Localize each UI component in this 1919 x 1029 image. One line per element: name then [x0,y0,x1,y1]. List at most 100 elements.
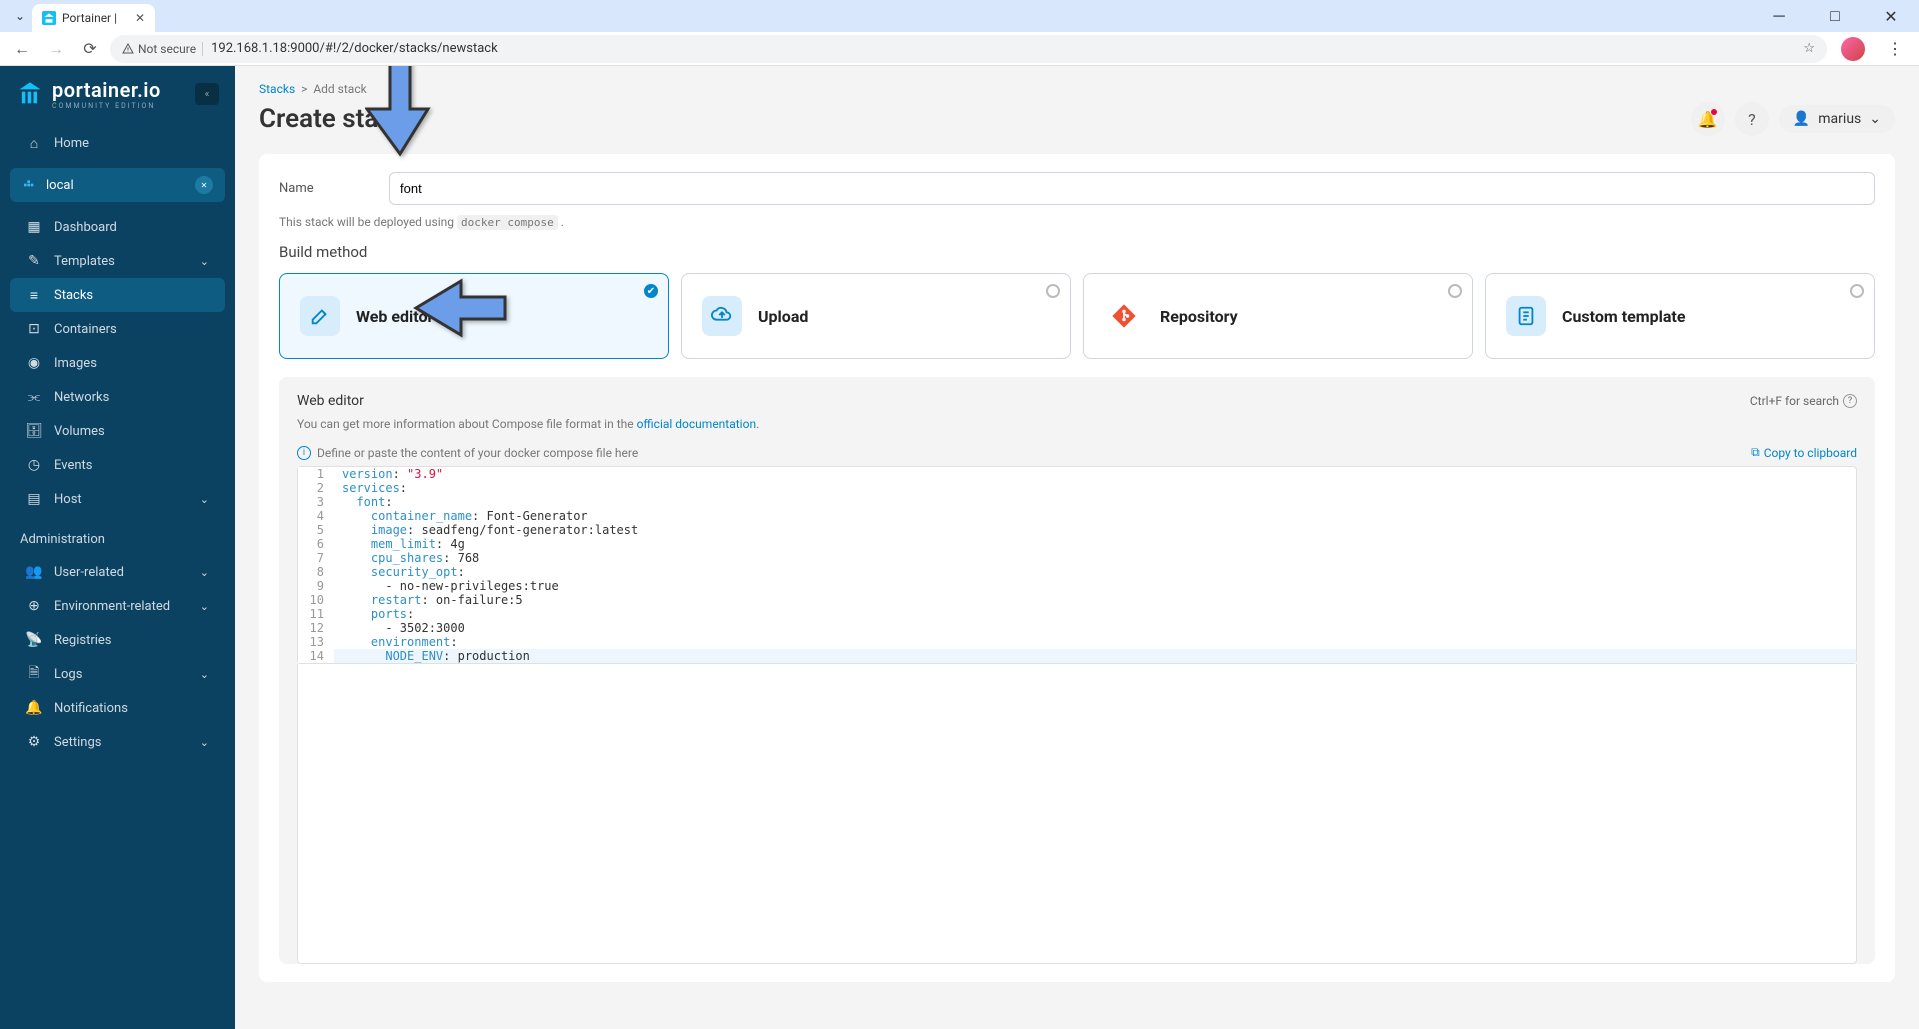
radio-selected-icon: ✔ [644,284,658,298]
code-line[interactable]: 10 restart: on-failure:5 [298,593,1856,607]
code-line[interactable]: 3 font: [298,495,1856,509]
browser-tab[interactable]: Portainer | ✕ [32,4,155,32]
sidebar-item-label: Home [54,136,89,151]
sidebar-item-user-related[interactable]: 👥User-related⌄ [10,555,225,589]
sidebar-collapse-button[interactable]: « [195,83,219,105]
line-number: 5 [298,523,334,537]
sidebar-item-label: Host [54,492,82,507]
box-icon: ⊡ [26,321,42,337]
environment-chip[interactable]: local ✕ [10,168,225,202]
copy-to-clipboard-button[interactable]: ⧉ Copy to clipboard [1751,445,1857,460]
maximize-button[interactable]: □ [1815,2,1855,30]
url-bar[interactable]: Not secure 192.168.1.18:9000/#!/2/docker… [110,35,1827,63]
editor-blank-area[interactable] [297,664,1857,964]
admin-section-header: Administration [0,516,235,555]
db-icon: 🗄 [26,423,42,439]
help-button[interactable]: ? [1735,102,1769,136]
minimize-button[interactable]: ─ [1759,2,1799,30]
code-line[interactable]: 1version: "3.9" [298,467,1856,481]
line-number: 10 [298,593,334,607]
browser-tab-bar: ⌄ Portainer | ✕ ─ □ ✕ [0,0,1919,32]
sidebar-item-containers[interactable]: ⊡Containers [10,312,225,346]
code-line[interactable]: 6 mem_limit: 4g [298,537,1856,551]
tab-list-dropdown[interactable]: ⌄ [8,4,32,28]
method-custom-template[interactable]: Custom template [1485,273,1875,359]
user-menu[interactable]: 👤 marius ⌄ [1779,105,1895,133]
method-web-editor[interactable]: ✔ Web editor [279,273,669,359]
stack-name-input[interactable] [389,172,1875,205]
line-number: 13 [298,635,334,649]
line-number: 4 [298,509,334,523]
back-button[interactable]: ← [8,35,36,63]
edit-icon [300,296,340,336]
url-text: 192.168.1.18:9000/#!/2/docker/stacks/new… [211,41,498,56]
code-line[interactable]: 2services: [298,481,1856,495]
docs-link[interactable]: official documentation [637,417,757,431]
code-editor[interactable]: 1version: "3.9"2services:3 font:4 contai… [297,466,1857,664]
code-line[interactable]: 13 environment: [298,635,1856,649]
code-line[interactable]: 7 cpu_shares: 768 [298,551,1856,565]
profile-avatar[interactable] [1841,37,1865,61]
chevron-down-icon: ⌄ [200,566,209,579]
code-text: NODE_ENV: production [334,649,1856,663]
chevron-down-icon: ⌄ [200,255,209,268]
code-line[interactable]: 4 container_name: Font-Generator [298,509,1856,523]
code-line[interactable]: 5 image: seadfeng/font-generator:latest [298,523,1856,537]
sidebar-item-home[interactable]: ⌂ Home [10,126,225,160]
line-number: 8 [298,565,334,579]
server-icon: ▤ [26,491,42,507]
forward-button[interactable]: → [42,35,70,63]
portainer-favicon [42,11,56,25]
sidebar-item-volumes[interactable]: 🗄Volumes [10,414,225,448]
tab-close-button[interactable]: ✕ [135,11,145,25]
chevron-down-icon: ⌄ [200,493,209,506]
sidebar-item-events[interactable]: ◷Events [10,448,225,482]
sidebar-item-environment-related[interactable]: ⊕Environment-related⌄ [10,589,225,623]
breadcrumb-stacks-link[interactable]: Stacks [259,82,295,96]
sidebar-item-networks[interactable]: ⫘Networks [10,380,225,414]
close-window-button[interactable]: ✕ [1871,2,1911,30]
home-icon: ⌂ [26,135,42,151]
not-secure-label: Not secure [138,42,196,56]
method-repository[interactable]: Repository [1083,273,1473,359]
sidebar-item-templates[interactable]: ✎Templates⌄ [10,244,225,278]
sidebar-item-settings[interactable]: ⚙Settings⌄ [10,725,225,759]
code-text: image: seadfeng/font-generator:latest [334,523,1856,537]
sidebar-item-dashboard[interactable]: ▦Dashboard [10,210,225,244]
sidebar-item-notifications[interactable]: 🔔Notifications [10,691,225,725]
code-line[interactable]: 11 ports: [298,607,1856,621]
sidebar-item-stacks[interactable]: ≡Stacks [10,278,225,312]
method-upload[interactable]: Upload [681,273,1071,359]
sidebar-item-label: Images [54,356,97,371]
logo-subtitle: COMMUNITY EDITION [52,102,161,110]
environment-close-button[interactable]: ✕ [195,176,213,194]
sidebar-item-registries[interactable]: 📡Registries [10,623,225,657]
line-number: 6 [298,537,334,551]
page-title: Create stack [259,104,406,134]
security-indicator[interactable]: Not secure [122,42,203,56]
help-icon[interactable]: ? [1843,394,1857,408]
sidebar-item-logs[interactable]: 🗎Logs⌄ [10,657,225,691]
build-method-title: Build method [279,243,1875,261]
chevron-down-icon: ⌄ [200,736,209,749]
code-line[interactable]: 9 - no-new-privileges:true [298,579,1856,593]
environment-name: local [46,178,74,193]
code-line[interactable]: 12 - 3502:3000 [298,621,1856,635]
sidebar-item-label: Logs [54,667,82,682]
code-line[interactable]: 14 NODE_ENV: production [298,649,1856,663]
browser-menu-button[interactable]: ⋮ [1879,39,1911,58]
sidebar-item-images[interactable]: ◉Images [10,346,225,380]
sidebar-item-label: Events [54,458,92,473]
method-title: Web editor [356,307,433,326]
sidebar-item-host[interactable]: ▤ Host ⌄ [10,482,225,516]
reload-button[interactable]: ⟳ [76,35,104,63]
upload-icon [702,296,742,336]
code-text: font: [334,495,1856,509]
bookmark-star-icon[interactable]: ☆ [1803,41,1815,56]
notifications-button[interactable]: 🔔 [1691,102,1725,136]
code-line[interactable]: 8 security_opt: [298,565,1856,579]
user-name: marius [1818,111,1861,127]
sidebar-item-label: Environment-related [54,599,170,614]
line-number: 14 [298,649,334,663]
code-text: mem_limit: 4g [334,537,1856,551]
